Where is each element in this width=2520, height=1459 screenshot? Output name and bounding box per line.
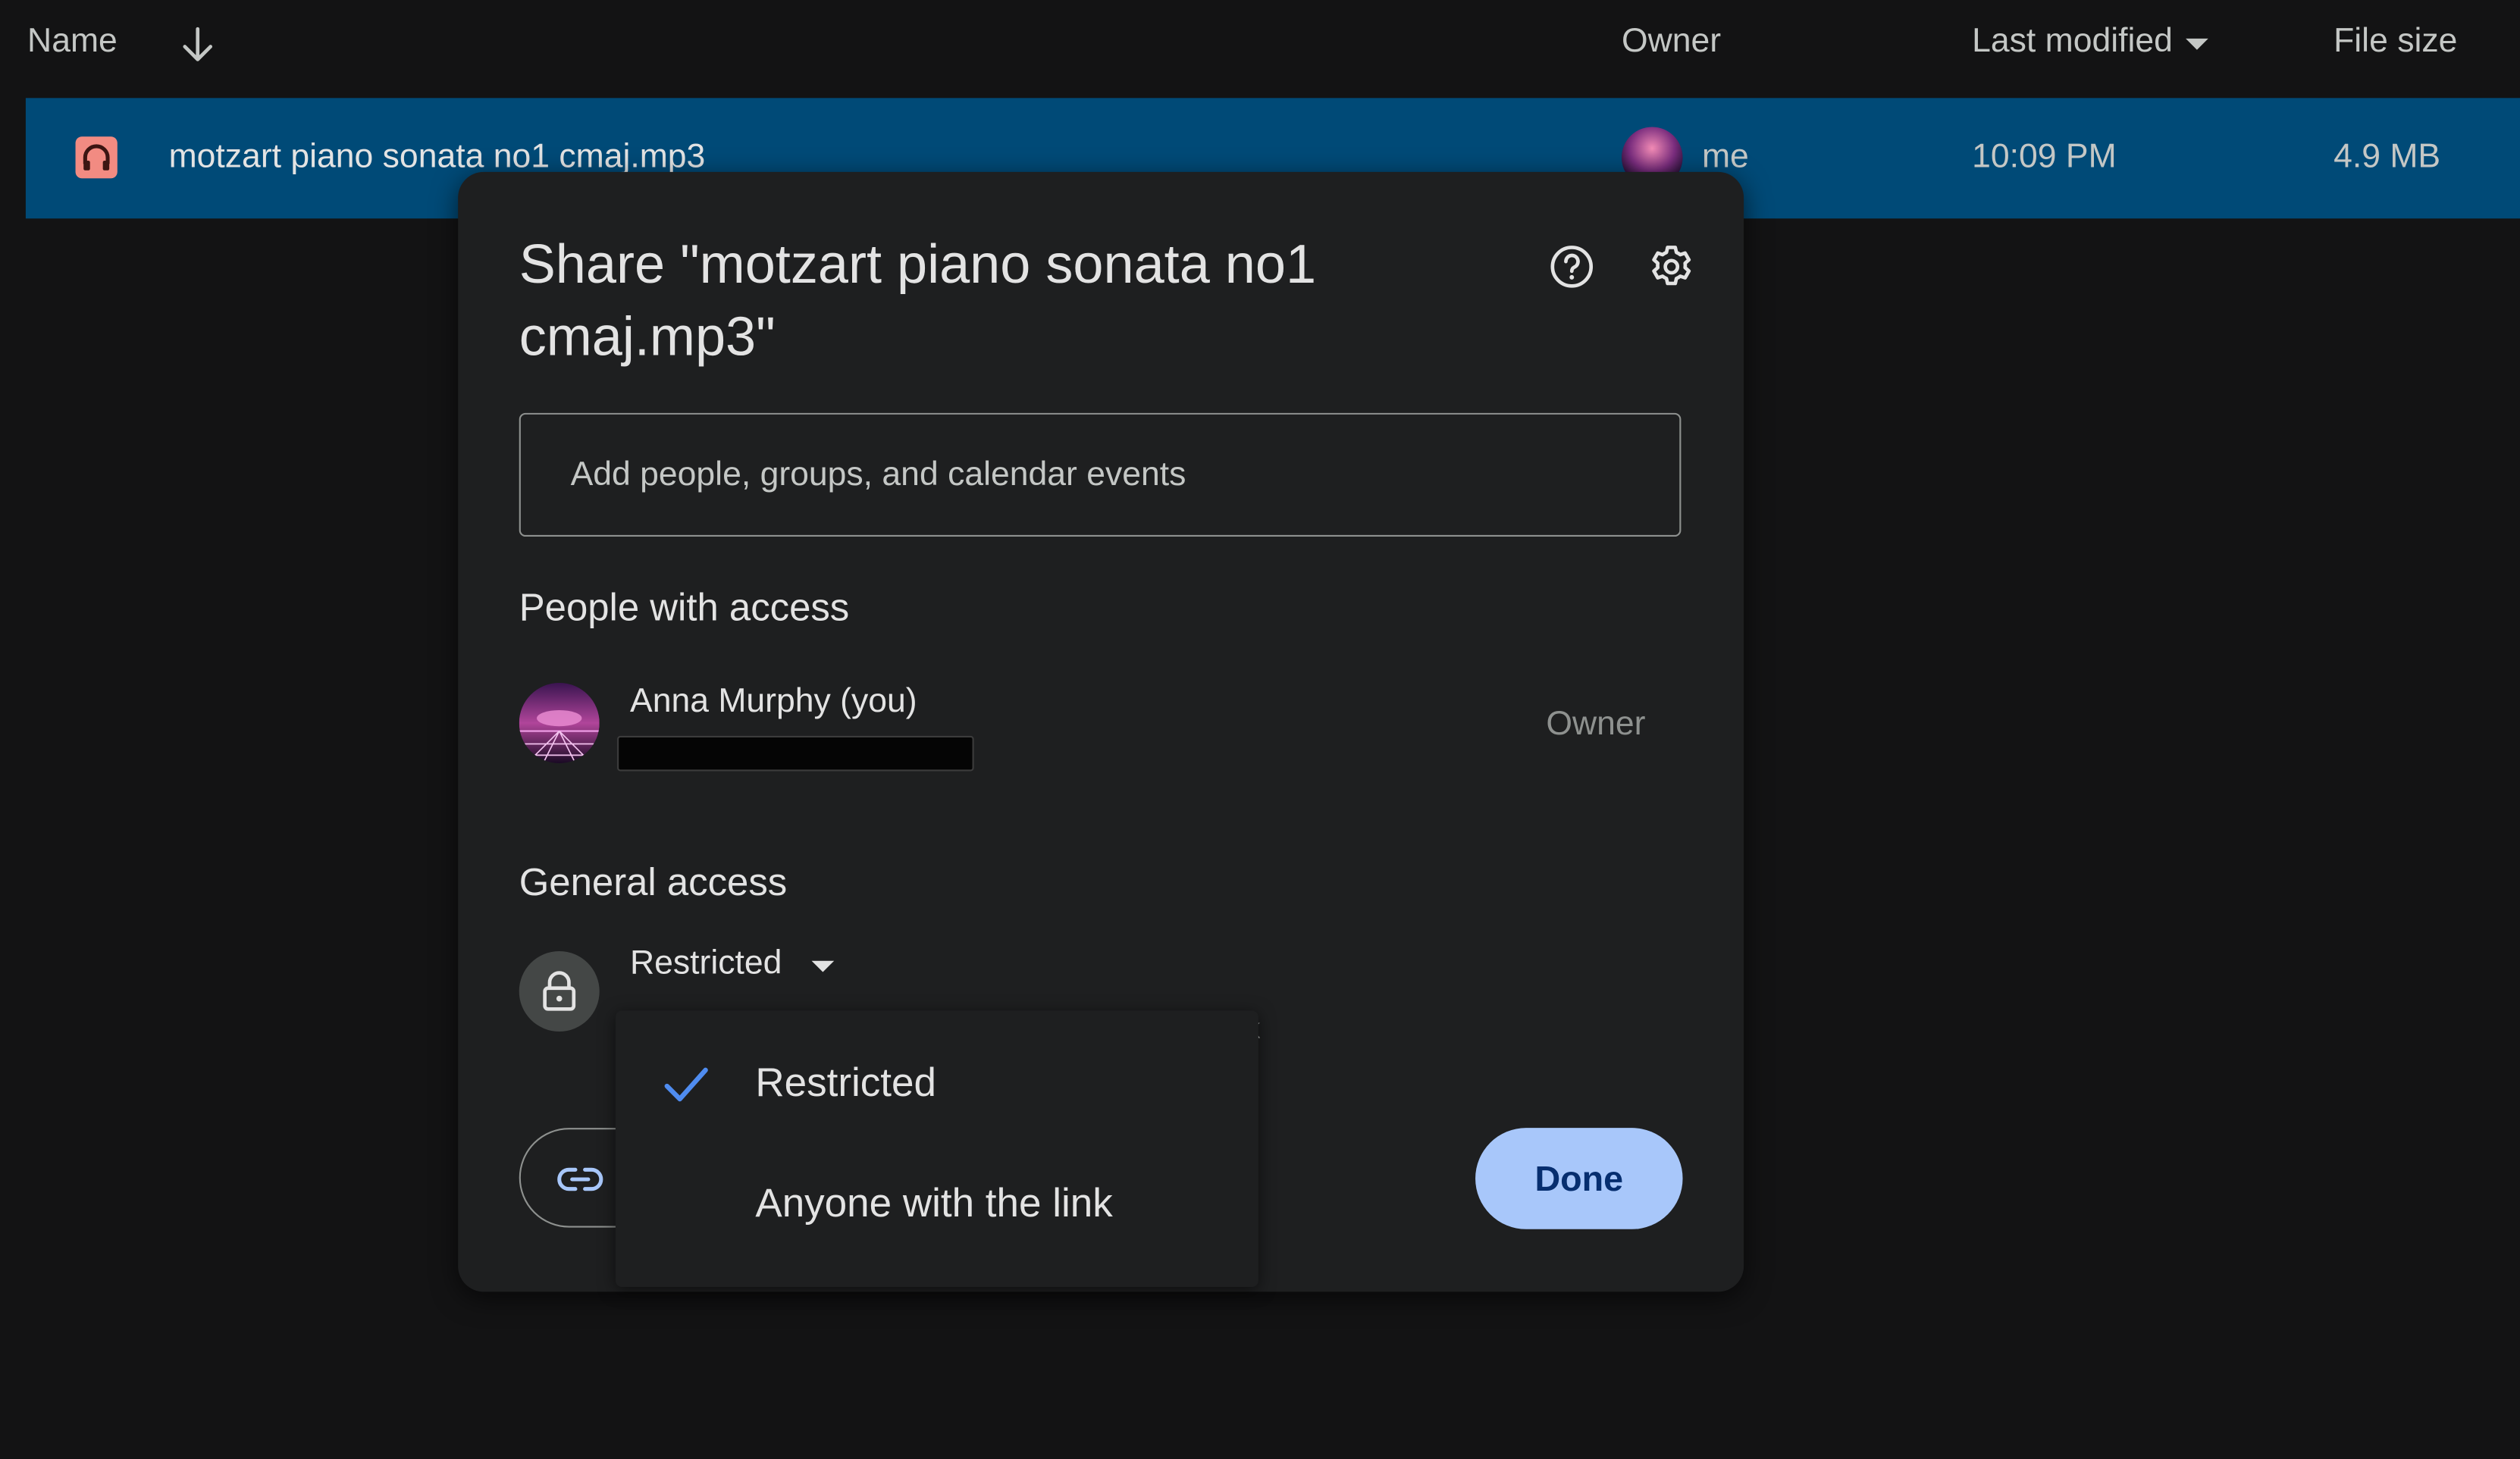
drive-page: Name Owner Last modified File size motza… <box>0 0 2520 1459</box>
audio-file-icon <box>75 136 118 179</box>
settings-button[interactable] <box>1643 238 1700 296</box>
menu-item-restricted[interactable]: Restricted <box>616 1027 1258 1139</box>
file-last-modified: 10:09 PM <box>1972 138 2117 176</box>
file-owner: me <box>1701 138 1749 176</box>
dropdown-caret-icon <box>2185 38 2208 50</box>
general-access-value: Restricted <box>630 944 782 982</box>
dialog-title: Share "motzart piano sonata no1 cmaj.mp3… <box>519 234 1317 368</box>
help-button[interactable] <box>1543 238 1600 296</box>
column-header-name[interactable]: Name <box>27 23 118 61</box>
add-people-input[interactable] <box>519 412 1682 537</box>
file-size: 4.9 MB <box>2334 138 2441 176</box>
menu-item-label: Anyone with the link <box>755 1181 1113 1226</box>
avatar <box>519 682 600 763</box>
general-access-menu: Restricted Anyone with the link <box>615 1010 1258 1288</box>
lock-icon <box>543 971 576 1011</box>
dropdown-caret-icon <box>810 960 834 972</box>
column-header-file-size[interactable]: File size <box>2334 23 2457 61</box>
done-button[interactable]: Done <box>1475 1128 1683 1229</box>
column-header-last-modified-label: Last modified <box>1972 22 2173 60</box>
checkmark-icon <box>664 1067 708 1102</box>
people-with-access-heading: People with access <box>519 586 850 631</box>
menu-item-anyone-with-link[interactable]: Anyone with the link <box>616 1147 1258 1260</box>
person-role: Owner <box>1546 705 1646 743</box>
column-header-owner[interactable]: Owner <box>1622 23 1721 61</box>
general-access-dropdown[interactable]: Restricted <box>630 944 834 984</box>
lock-badge <box>519 950 600 1032</box>
column-header-last-modified[interactable]: Last modified <box>1972 23 2208 61</box>
menu-item-label: Restricted <box>755 1060 936 1106</box>
link-icon <box>557 1167 603 1191</box>
help-icon <box>1550 246 1594 288</box>
person-name: Anna Murphy (you) <box>630 682 917 720</box>
gear-icon <box>1652 246 1691 286</box>
redacted-email <box>617 735 974 772</box>
general-access-heading: General access <box>519 861 788 905</box>
file-name: motzart piano sonata no1 cmaj.mp3 <box>168 138 706 176</box>
sort-arrow-down-icon[interactable] <box>180 26 215 64</box>
